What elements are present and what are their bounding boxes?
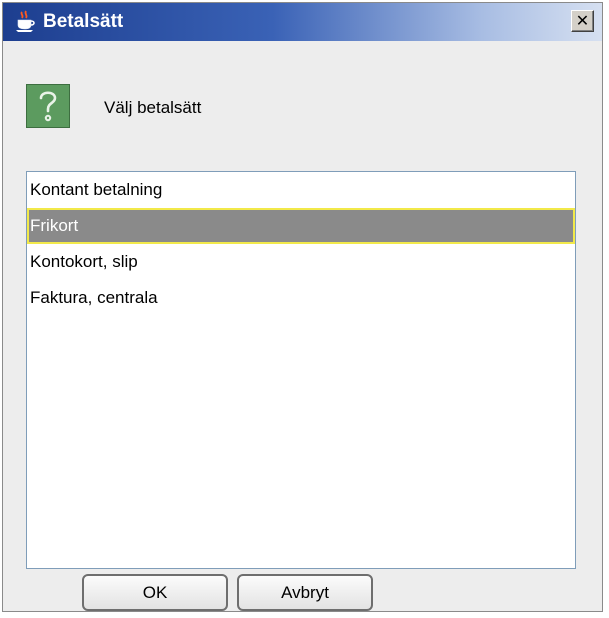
prompt-label: Välj betalsätt — [104, 98, 202, 117]
java-coffee-cup-icon — [13, 10, 37, 34]
payment-method-list[interactable]: Kontant betalning Frikort Kontokort, slip F… — [26, 171, 576, 569]
list-item[interactable]: Kontant betalning — [27, 172, 575, 208]
close-button[interactable]: ✕ — [571, 10, 594, 32]
dialog-window: Betalsätt ✕ Välj betalsätt Kontant betal… — [2, 2, 603, 612]
close-icon: ✕ — [575, 13, 590, 30]
window-title: Betalsätt — [43, 11, 124, 32]
cancel-button[interactable]: Avbryt — [237, 574, 373, 611]
question-icon — [26, 84, 70, 128]
list-item[interactable]: Faktura, centrala — [27, 280, 575, 316]
list-item[interactable]: Frikort — [27, 208, 575, 244]
title-bar[interactable]: Betalsätt ✕ — [3, 3, 602, 41]
ok-button[interactable]: OK — [82, 574, 228, 611]
list-item[interactable]: Kontokort, slip — [27, 244, 575, 280]
